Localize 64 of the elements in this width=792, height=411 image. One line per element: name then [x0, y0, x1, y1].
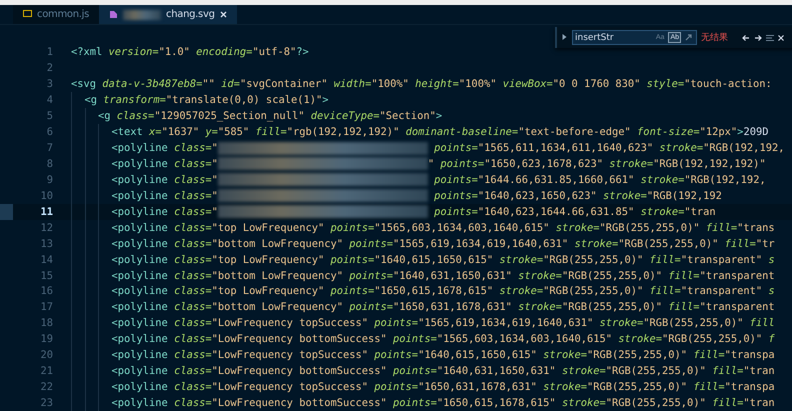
expand-toggle[interactable] [560, 33, 568, 42]
blurred-region [123, 10, 162, 20]
editor-tab[interactable]: common.js [13, 4, 100, 24]
line-number: 13 [39, 238, 53, 250]
code-text: <g transform="translate(0,0) scale(1)"> [84, 94, 329, 106]
code-text: points="1640,623,1644.66,631.85" stroke="tran [433, 206, 716, 218]
code-text: points="1565,611,1634,611,1640,623" stroke="RGB(192,192, [433, 142, 784, 154]
code-text: <polyline class="top LowFrequency" points="1565,603,1634,603,1640,615" stroke="RGB(255,255,0)" fill="trans [112, 222, 775, 234]
code-text: <polyline class="bottom LowFrequency" points="1650,631,1678,631" stroke="RGB(255,255,0)" fill="transparent [112, 301, 775, 314]
code-text: <polyline class="LowFrequency topSuccess" points="1565,619,1634,619,1640,631" stroke="RGB(255,255,0)" fill [112, 317, 775, 330]
line-number: 20 [39, 349, 53, 362]
find-status: 无结果 [701, 32, 728, 44]
javascript-file-icon [23, 10, 32, 20]
code-text: points="1640,623,1650,623" stroke="RGB(192,192 [433, 190, 722, 202]
code-text: <?xml version="1.0" encoding="utf-8"?> [71, 46, 309, 58]
code-text: <polyline class="top LowFrequency" points="1640,615,1650,615" stroke="RGB(255,255,0)" fill="transparent" s [112, 254, 775, 266]
code-text: <g class="129057025_Section_null" deviceType="Section"> [98, 110, 442, 122]
line-number: 1 [46, 46, 53, 58]
line-number: 16 [39, 285, 53, 298]
code-text: <polyline class=" [112, 190, 218, 202]
line-number: 22 [39, 381, 53, 394]
line-number: 14 [39, 254, 53, 266]
tab-label: chang.svg [166, 9, 215, 20]
code-text: <polyline class="top LowFrequency" points="1650,615,1678,615" stroke="RGB(255,255,0)" fill="transparent" s [112, 285, 775, 298]
line-number: 21 [39, 365, 53, 378]
previous-match-button[interactable] [742, 34, 750, 42]
code-text: <polyline class=" [112, 206, 218, 218]
find-in-selection-button[interactable] [766, 34, 774, 42]
next-match-button[interactable] [754, 34, 762, 42]
line-number: 12 [39, 222, 53, 234]
code-text: " points="1650,623,1678,623" stroke="RGB(192,192,192)" [428, 158, 766, 170]
code-text: <polyline class="bottom LowFrequency" points="1565,619,1634,619,1640,631" stroke="RGB(255,255,0)" fill="tr [112, 238, 775, 250]
line-number: 18 [39, 317, 53, 330]
code-text: <polyline class="bottom LowFrequency" points="1640,631,1650,631" stroke="RGB(255,255,0)" fill="transparent [112, 270, 775, 282]
code-text: <svg data-v-3b487eb8="" id="svgContainer" width="100%" height="100%" viewBox="0 0 1760 830" style="touch-action: [71, 78, 772, 90]
code-text: <polyline class="LowFrequency bottomSuccess" points="1640,631,1650,631" stroke="RGB(255,255,0)" fill="tran [112, 365, 775, 378]
code-text: <polyline class=" [112, 142, 218, 154]
line-number: 4 [46, 94, 53, 106]
line-number: 17 [39, 301, 53, 314]
line-number: 7 [46, 142, 53, 154]
line-number: 15 [39, 270, 53, 282]
code-text: <polyline class="LowFrequency bottomSuccess" points="1565,603,1634,603,1640,615" stroke="RGB(255,255,0)" f [112, 333, 775, 346]
line-number: 10 [39, 190, 53, 202]
close-button[interactable] [778, 34, 784, 41]
code-text: <polyline class="LowFrequency topSuccess" points="1640,615,1650,615" stroke="RGB(255,255,0)" fill="transpa [112, 349, 775, 362]
line-number: 6 [46, 126, 53, 138]
code-text: <text x="1637" y="585" fill="rgb(192,192,192)" dominant-baseline="text-before-edge" font-size="12px">209D [112, 126, 768, 138]
line-number: 23 [39, 397, 53, 410]
code-text: <polyline class="LowFrequency bottomSuccess" points="1650,615,1678,615" stroke="RGB(255,255,0)" fill="tran [112, 397, 775, 410]
code-text: points="1644.66,631.85,1660,661" stroke="RGB(192,192, [433, 174, 766, 186]
editor-tab[interactable]: chang.svg [99, 4, 237, 24]
code-text: <polyline class=" [112, 158, 218, 170]
close-icon [220, 11, 227, 18]
line-number: 2 [46, 62, 53, 74]
line-number: 19 [39, 333, 53, 346]
svg-file-icon [109, 10, 118, 20]
line-number: 3 [46, 78, 53, 90]
tab-label: common.js [37, 9, 90, 20]
line-number: 8 [46, 158, 53, 170]
code-text: <polyline class=" [112, 174, 218, 186]
code-text: <polyline class="LowFrequency topSuccess" points="1650,631,1678,631" stroke="RGB(255,255,0)" fill="transpa [112, 381, 775, 394]
line-number: 11 [39, 206, 53, 218]
line-number: 9 [46, 174, 53, 186]
line-number: 5 [46, 110, 53, 122]
